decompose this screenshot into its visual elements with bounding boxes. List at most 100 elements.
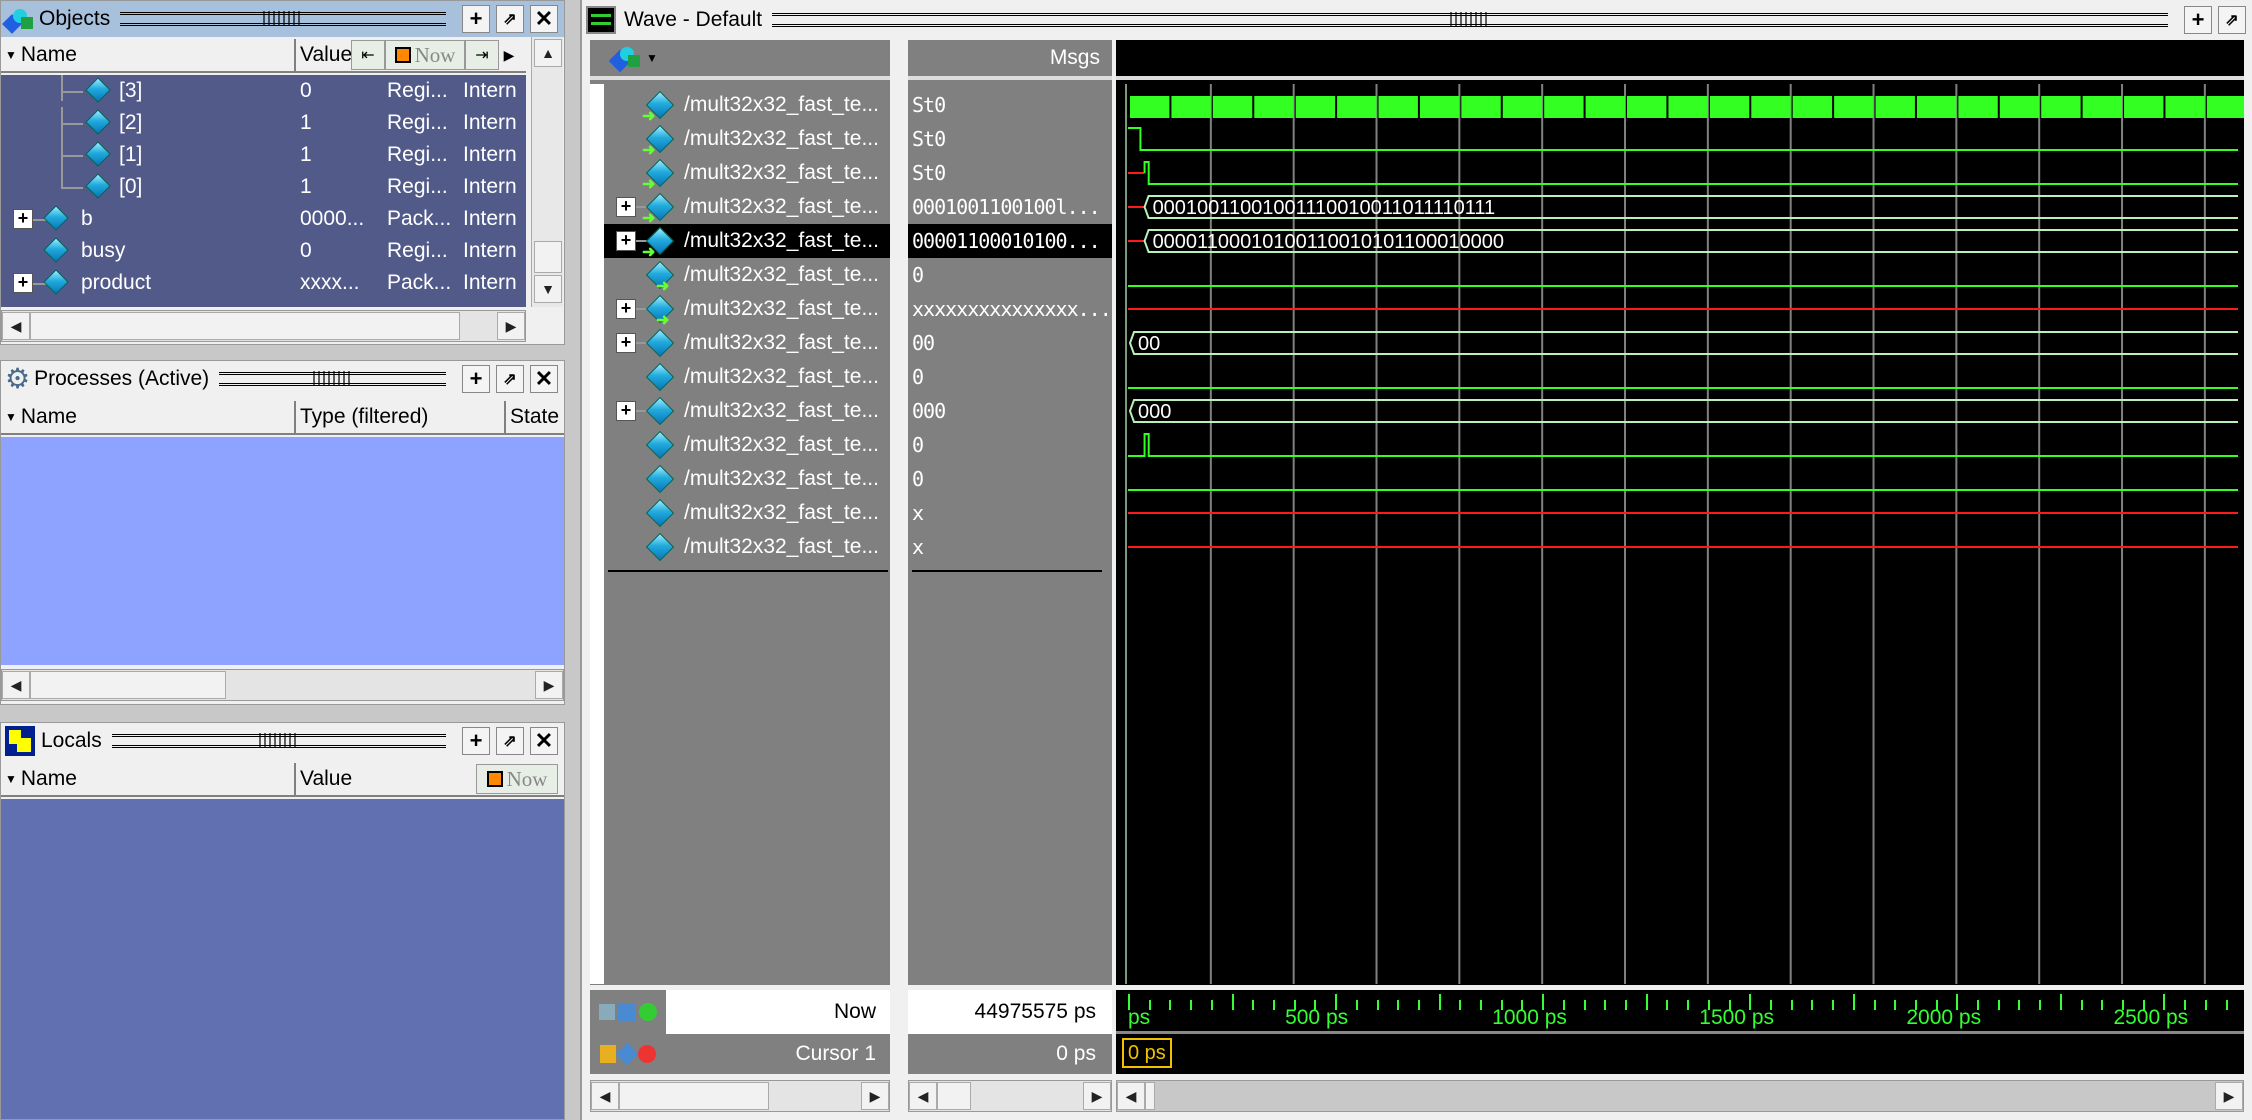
- undock-button[interactable]: ⇗: [496, 365, 524, 393]
- expand-button[interactable]: +: [13, 273, 33, 293]
- column-type[interactable]: Type (filtered): [296, 401, 506, 433]
- column-name[interactable]: ▼ Name: [1, 39, 296, 71]
- close-button[interactable]: ✕: [530, 5, 558, 33]
- add-cursor-icon[interactable]: [618, 1003, 636, 1021]
- locals-titlebar[interactable]: Locals + ⇗ ✕: [1, 723, 564, 759]
- signal-name-row[interactable]: ➜/mult32x32_fast_te...: [604, 88, 890, 125]
- object-row[interactable]: + b 0000... Pack... Intern: [1, 203, 526, 235]
- scroll-thumb[interactable]: [619, 1082, 769, 1110]
- dock-button[interactable]: +: [2184, 6, 2212, 34]
- expand-button[interactable]: +: [616, 231, 636, 251]
- scroll-down-button[interactable]: ▼: [534, 275, 562, 303]
- lock-icon[interactable]: [600, 1045, 616, 1063]
- waveform-pane[interactable]: 00010011001001110010011011110111 00001100…: [1116, 40, 2244, 985]
- close-button[interactable]: ✕: [530, 365, 558, 393]
- scroll-thumb[interactable]: [30, 312, 460, 340]
- objects-vscrollbar[interactable]: ▲ ▼: [531, 37, 563, 307]
- internal-signal-icon: [645, 532, 675, 562]
- column-name[interactable]: ▼ Name: [1, 763, 296, 795]
- scroll-right-button[interactable]: ▶: [1083, 1082, 1111, 1110]
- expand-button[interactable]: +: [616, 299, 636, 319]
- waveform-hscrollbar[interactable]: ◀ ▶: [1116, 1080, 2244, 1112]
- internal-signal-icon: [645, 430, 675, 460]
- object-row[interactable]: [3] 0 Regi... Intern: [1, 75, 526, 107]
- internal-signal-icon: [645, 396, 675, 426]
- object-row[interactable]: + product xxxx... Pack... Intern: [1, 267, 526, 299]
- expand-button[interactable]: +: [616, 333, 636, 353]
- expand-button[interactable]: +: [616, 401, 636, 421]
- waveform-canvas[interactable]: 00010011001001110010011011110111 00001100…: [1116, 84, 2244, 984]
- column-value[interactable]: Value: [296, 763, 476, 795]
- drag-handle[interactable]: [120, 11, 446, 26]
- scroll-left-button[interactable]: ◀: [2, 312, 30, 340]
- scroll-up-button[interactable]: ▲: [534, 39, 562, 67]
- signal-name-row[interactable]: + ➜/mult32x32_fast_te...: [604, 292, 890, 329]
- signal-name-row[interactable]: /mult32x32_fast_te...: [604, 530, 890, 564]
- scroll-left-button[interactable]: ◀: [1117, 1082, 1145, 1110]
- signal-type-icon[interactable]: [608, 43, 642, 73]
- dock-button[interactable]: +: [462, 5, 490, 33]
- objects-hscrollbar[interactable]: ◀ ▶: [1, 310, 526, 342]
- scroll-left-button[interactable]: ◀: [2, 671, 30, 699]
- scroll-right-button[interactable]: ▶: [497, 312, 525, 340]
- signal-name-row[interactable]: /mult32x32_fast_te...: [604, 462, 890, 496]
- delete-cursor-icon[interactable]: [638, 1045, 656, 1063]
- scroll-thumb[interactable]: [937, 1082, 971, 1110]
- signal-name-row[interactable]: /mult32x32_fast_te...: [604, 360, 890, 394]
- signal-name-row[interactable]: /mult32x32_fast_te...: [604, 496, 890, 530]
- next-edge-button[interactable]: ⇥: [465, 40, 499, 70]
- scroll-thumb[interactable]: [534, 241, 562, 273]
- clock-pulse: [1544, 96, 1584, 118]
- column-value[interactable]: Value: [296, 39, 351, 71]
- now-button[interactable]: Now: [476, 764, 558, 794]
- signal-name-row[interactable]: /mult32x32_fast_te...: [604, 428, 890, 462]
- undock-button[interactable]: ⇗: [496, 5, 524, 33]
- signal-name-row[interactable]: ➜/mult32x32_fast_te...: [604, 122, 890, 159]
- signal-name-row[interactable]: + ➜/mult32x32_fast_te...: [604, 224, 890, 261]
- drag-handle[interactable]: [219, 371, 446, 386]
- drag-handle[interactable]: [111, 733, 446, 748]
- signal-name-row[interactable]: + /mult32x32_fast_te...: [604, 394, 890, 428]
- processes-titlebar[interactable]: ⚙ Processes (Active) + ⇗ ✕: [1, 361, 564, 397]
- chevron-down-icon[interactable]: ▼: [646, 51, 658, 65]
- now-button[interactable]: Now: [385, 40, 465, 70]
- column-name[interactable]: ▼ Name: [1, 401, 296, 433]
- object-row[interactable]: busy 0 Regi... Intern: [1, 235, 526, 267]
- objects-titlebar[interactable]: Objects + ⇗ ✕: [1, 1, 564, 37]
- signal-name-row[interactable]: ➜/mult32x32_fast_te...: [604, 156, 890, 193]
- undock-button[interactable]: ⇗: [496, 727, 524, 755]
- dock-button[interactable]: +: [462, 365, 490, 393]
- signal-name-row[interactable]: ➜/mult32x32_fast_te...: [604, 258, 890, 295]
- values-hscrollbar[interactable]: ◀ ▶: [908, 1080, 1112, 1112]
- scroll-thumb[interactable]: [1145, 1082, 1155, 1110]
- wave-titlebar[interactable]: Wave - Default + ⇗: [582, 2, 2252, 38]
- close-button[interactable]: ✕: [530, 727, 558, 755]
- prev-edge-button[interactable]: ⇤: [351, 40, 385, 70]
- drag-handle[interactable]: [772, 12, 2168, 27]
- processes-hscrollbar[interactable]: ◀ ▶: [1, 669, 564, 701]
- expand-button[interactable]: +: [13, 209, 33, 229]
- scroll-left-button[interactable]: ◀: [909, 1082, 937, 1110]
- scroll-left-button[interactable]: ◀: [591, 1082, 619, 1110]
- add-icon[interactable]: [639, 1003, 657, 1021]
- signal-name-row[interactable]: + ➜/mult32x32_fast_te...: [604, 190, 890, 227]
- undock-button[interactable]: ⇗: [2218, 6, 2246, 34]
- scroll-columns-right[interactable]: ▶: [499, 47, 519, 64]
- object-row[interactable]: [2] 1 Regi... Intern: [1, 107, 526, 139]
- object-row[interactable]: [1] 1 Regi... Intern: [1, 139, 526, 171]
- signal-name-row[interactable]: + /mult32x32_fast_te...: [604, 326, 890, 360]
- scroll-right-button[interactable]: ▶: [861, 1082, 889, 1110]
- object-row[interactable]: [0] 1 Regi... Intern: [1, 171, 526, 203]
- column-state[interactable]: State: [506, 401, 559, 433]
- object-name: [3]: [119, 79, 143, 102]
- print-icon[interactable]: [599, 1004, 615, 1020]
- dock-button[interactable]: +: [462, 727, 490, 755]
- expand-button[interactable]: +: [616, 197, 636, 217]
- wrench-icon[interactable]: [615, 1042, 639, 1066]
- scroll-right-button[interactable]: ▶: [2215, 1082, 2243, 1110]
- scroll-thumb[interactable]: [30, 671, 226, 699]
- names-hscrollbar[interactable]: ◀ ▶: [590, 1080, 890, 1112]
- scroll-right-button[interactable]: ▶: [535, 671, 563, 699]
- cursor-marker[interactable]: 0 ps: [1122, 1038, 1172, 1068]
- cursor-label[interactable]: Cursor 1: [795, 1042, 876, 1066]
